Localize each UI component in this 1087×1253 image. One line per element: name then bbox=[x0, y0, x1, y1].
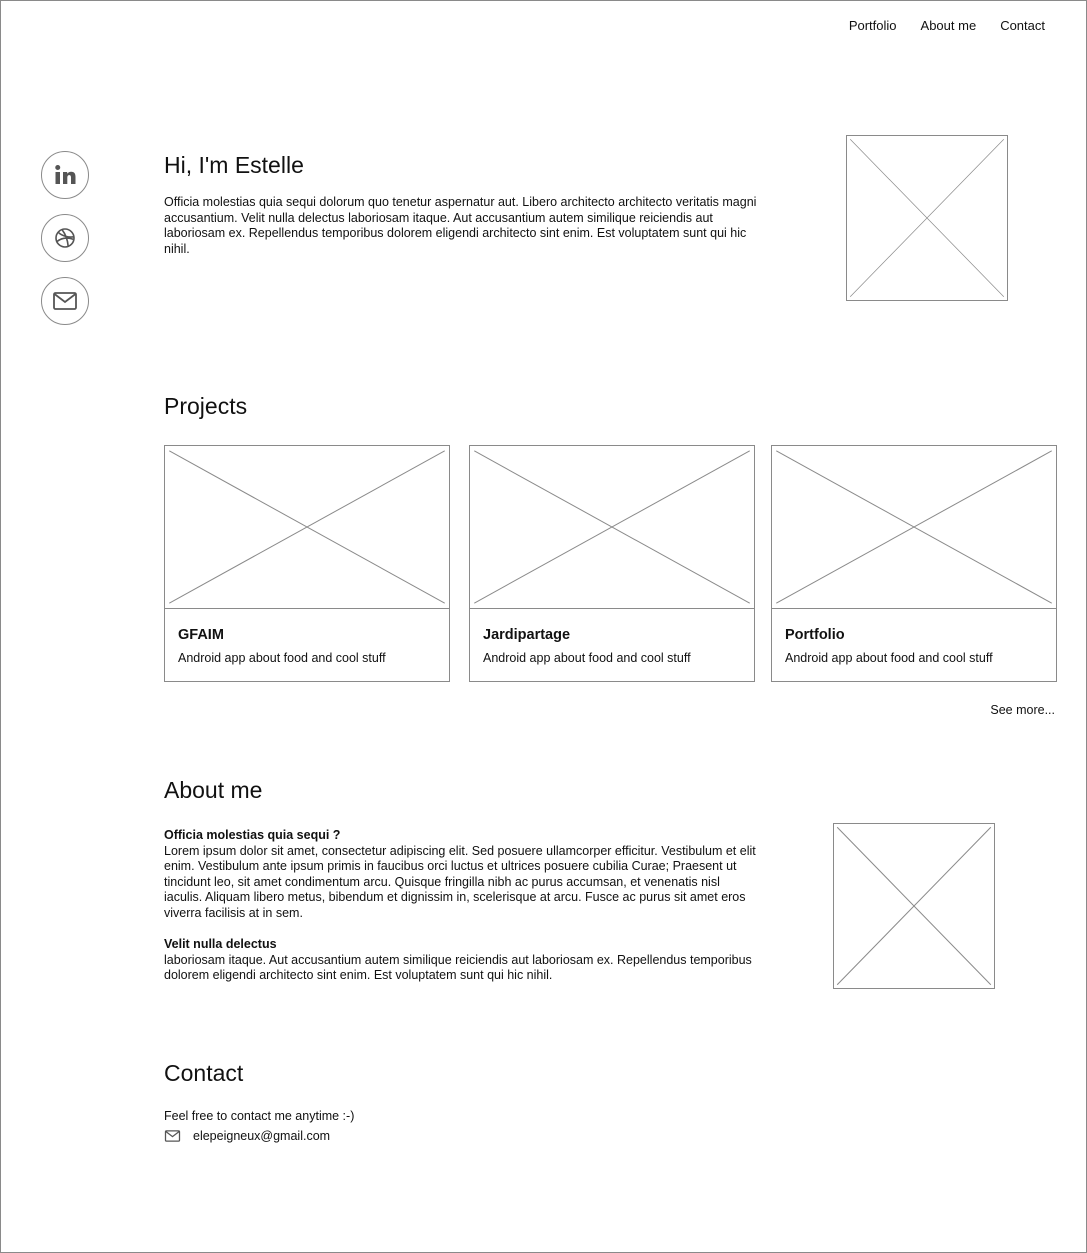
about-image-placeholder bbox=[833, 823, 995, 989]
contact-title: Contact bbox=[164, 1060, 244, 1086]
nav-about-link[interactable]: About me bbox=[921, 18, 977, 33]
projects-title: Projects bbox=[164, 393, 248, 419]
top-nav: Portfolio About me Contact bbox=[849, 18, 1045, 33]
project-description: Android app about food and cool stuff bbox=[483, 651, 691, 665]
project-title: GFAIM bbox=[178, 627, 224, 643]
about-block-1: Officia molestias quia sequi ? Lorem ips… bbox=[164, 828, 759, 921]
project-title: Jardipartage bbox=[483, 627, 571, 643]
project-card-gfaim[interactable]: GFAIM Android app about food and cool st… bbox=[164, 445, 450, 682]
contact-email-row: elepeigneux@gmail.com bbox=[164, 1129, 330, 1143]
project-image-placeholder bbox=[772, 446, 1056, 609]
project-description: Android app about food and cool stuff bbox=[785, 651, 993, 665]
project-card-jardipartage[interactable]: Jardipartage Android app about food and … bbox=[469, 445, 755, 682]
hero-text: Officia molestias quia sequi dolorum quo… bbox=[164, 195, 757, 256]
hero-title: Hi, I'm Estelle bbox=[164, 152, 304, 178]
dribbble-icon bbox=[55, 228, 75, 248]
about-heading: Officia molestias quia sequi ? bbox=[164, 828, 341, 842]
project-image-placeholder bbox=[470, 446, 754, 609]
project-description: Android app about food and cool stuff bbox=[178, 651, 386, 665]
project-card-portfolio[interactable]: Portfolio Android app about food and coo… bbox=[771, 445, 1057, 682]
profile-image-placeholder bbox=[846, 135, 1008, 301]
dribbble-button[interactable] bbox=[41, 214, 89, 262]
mail-button[interactable] bbox=[41, 277, 89, 325]
contact-email-link[interactable]: elepeigneux@gmail.com bbox=[193, 1129, 330, 1143]
nav-portfolio-link[interactable]: Portfolio bbox=[849, 18, 897, 33]
linkedin-button[interactable] bbox=[41, 151, 89, 199]
about-title: About me bbox=[164, 777, 263, 803]
about-block-2: Velit nulla delectus laboriosam itaque. … bbox=[164, 937, 759, 984]
project-image-placeholder bbox=[165, 446, 449, 609]
about-text: laboriosam itaque. Aut accusantium autem… bbox=[164, 952, 752, 983]
linkedin-icon bbox=[55, 165, 76, 184]
mail-icon bbox=[53, 292, 77, 310]
about-text: Lorem ipsum dolor sit amet, consectetur … bbox=[164, 843, 756, 920]
contact-text: Feel free to contact me anytime :-) bbox=[164, 1109, 355, 1123]
mail-icon bbox=[164, 1130, 181, 1142]
nav-contact-link[interactable]: Contact bbox=[1000, 18, 1045, 33]
see-more-link[interactable]: See more... bbox=[990, 703, 1055, 717]
about-heading: Velit nulla delectus bbox=[164, 937, 277, 951]
project-title: Portfolio bbox=[785, 627, 845, 643]
